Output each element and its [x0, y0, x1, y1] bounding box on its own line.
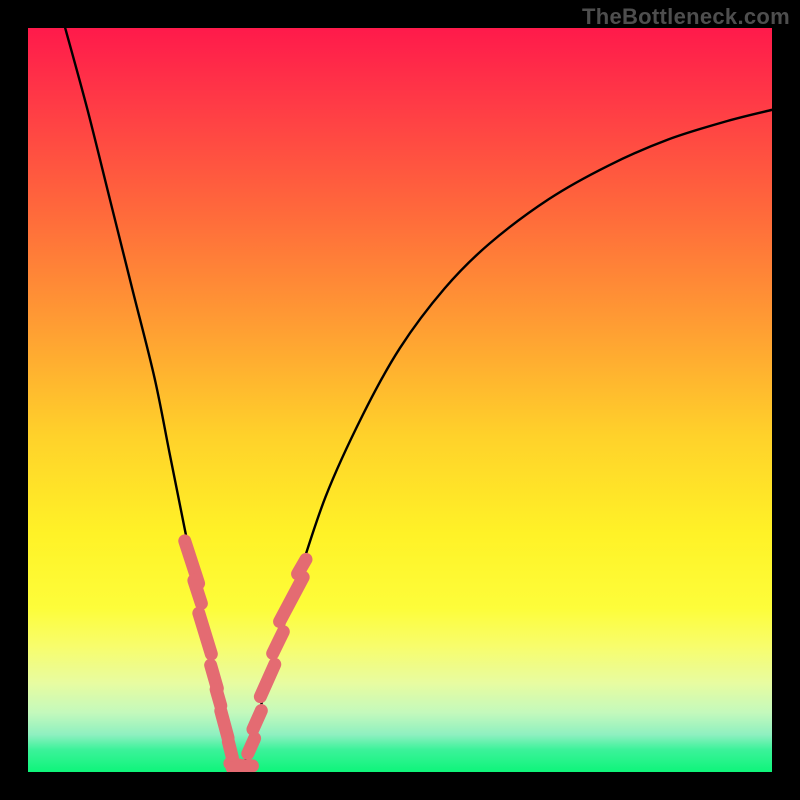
- plot-area: [28, 28, 772, 772]
- curve-marker: [252, 656, 284, 705]
- curve-marker: [186, 572, 210, 611]
- curve-marker: [264, 623, 292, 662]
- curve-marker: [244, 702, 269, 738]
- chart-frame: TheBottleneck.com: [0, 0, 800, 800]
- curve-marker: [191, 605, 220, 662]
- curve-markers: [177, 533, 315, 772]
- curve-layer: [28, 28, 772, 772]
- watermark-text: TheBottleneck.com: [582, 4, 790, 30]
- bottleneck-curve: [65, 28, 772, 770]
- curve-marker: [289, 551, 315, 583]
- curve-marker: [271, 568, 312, 630]
